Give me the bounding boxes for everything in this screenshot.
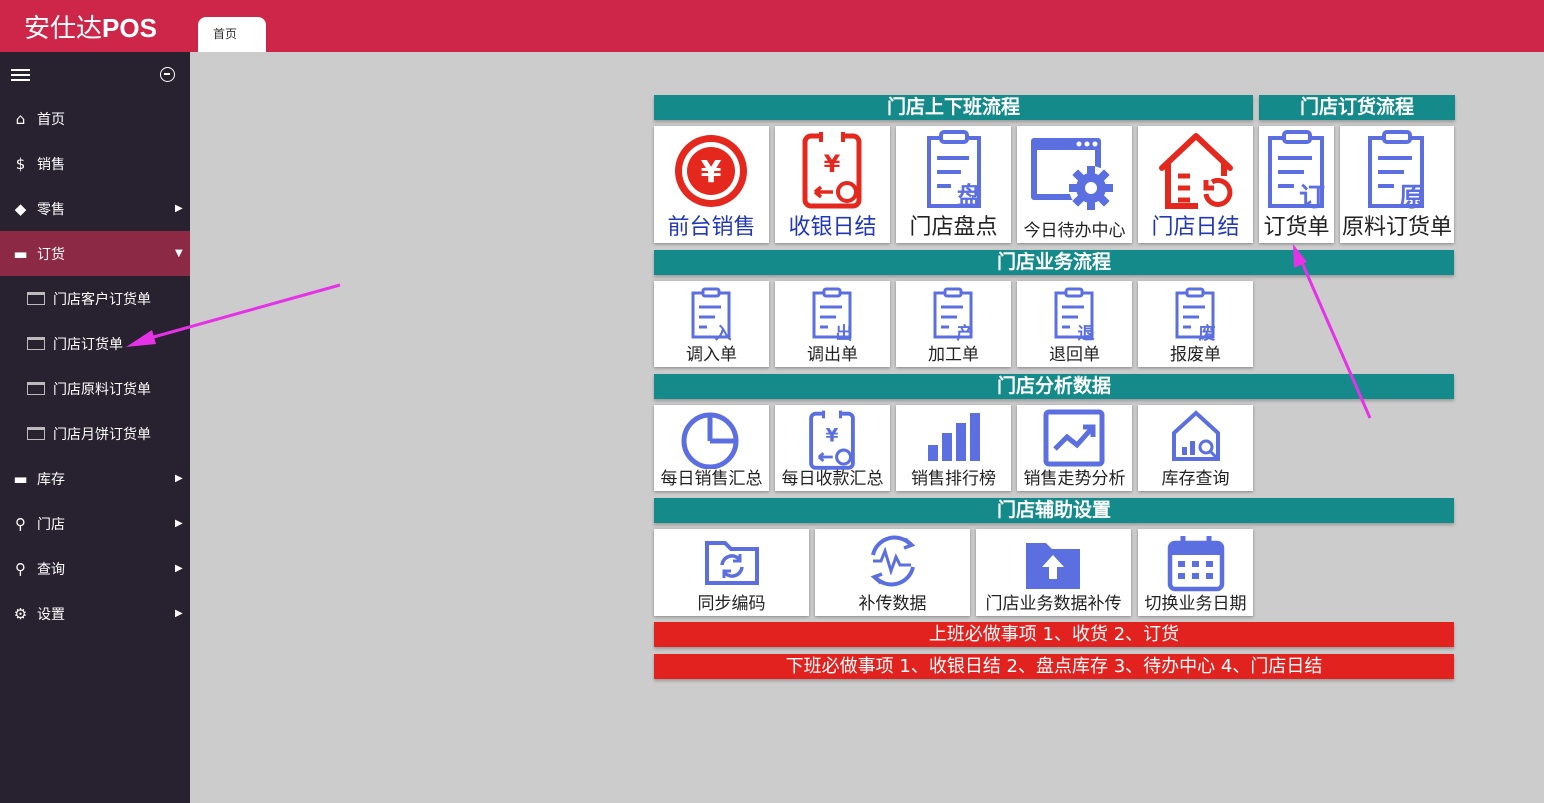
trend-chart-icon [1043, 409, 1105, 467]
sidebar-subitem-mooncake-order[interactable]: 门店月饼订货单 [0, 411, 190, 456]
sync-folder-icon [705, 541, 759, 585]
tile-inventory-query[interactable]: 库存查询 [1138, 405, 1253, 491]
chevron-right-icon: ▶ [175, 203, 183, 214]
chevron-right-icon: ▶ [175, 608, 183, 619]
tab-home[interactable]: 首页 [198, 17, 266, 52]
search-icon: ⚲ [15, 514, 26, 533]
tile-processing[interactable]: 产 加工单 [896, 281, 1011, 367]
tile-sync-codes[interactable]: 同步编码 [654, 529, 809, 616]
gear-icon: ⚙ [13, 604, 28, 623]
payment-report-icon: ¥ [809, 409, 855, 470]
notice-end-shift: 下班必做事项 1、收银日结 2、盘点库存 3、待办中心 4、门店日结 [654, 654, 1454, 679]
sidebar-header [0, 52, 190, 96]
calendar-icon [1167, 536, 1225, 592]
section-header-analysis: 门店分析数据 [654, 374, 1454, 399]
svg-text:原: 原 [1399, 183, 1425, 210]
hamburger-menu-icon[interactable] [11, 69, 30, 81]
todo-window-icon [1031, 138, 1113, 210]
cashier-report-icon: ¥ [802, 131, 862, 209]
annotation-overlay [126, 244, 1372, 419]
store-close-icon [1159, 133, 1233, 209]
tile-store-close[interactable]: 门店日结 [1138, 126, 1253, 243]
chevron-right-icon: ▶ [175, 563, 183, 574]
section-header-business: 门店业务流程 [654, 250, 1454, 275]
tile-daily-sales-summary[interactable]: 每日销售汇总 [654, 405, 769, 491]
top-bar: 安仕达POS 首页 [0, 0, 1544, 52]
dollar-icon: $ [15, 154, 26, 173]
tile-today-todo[interactable]: 今日待办中心 [1017, 126, 1132, 243]
app-logo: 安仕达POS [24, 13, 157, 44]
sidebar-item-ordering[interactable]: ▬ 订货 ▼ [0, 231, 190, 276]
search-icon: ⚲ [15, 559, 26, 578]
order-clipboard-icon: 订 [1268, 130, 1325, 210]
tile-front-sales[interactable]: ¥ 前台销售 [654, 126, 769, 243]
tag-icon: ◆ [14, 199, 27, 218]
svg-text:¥: ¥ [824, 150, 841, 178]
tile-business-data-resend[interactable]: 门店业务数据补传 [976, 529, 1131, 616]
svg-text:产: 产 [957, 323, 974, 341]
svg-text:出: 出 [836, 323, 853, 341]
box-icon: ▬ [13, 469, 28, 488]
window-icon [27, 292, 45, 305]
warehouse-search-icon [1172, 410, 1220, 461]
pie-chart-icon [681, 412, 739, 469]
sidebar-item-settings[interactable]: ⚙ 设置 ▶ [0, 591, 190, 636]
svg-text:¥: ¥ [826, 426, 839, 447]
svg-text:废: 废 [1199, 323, 1216, 341]
chevron-right-icon: ▶ [175, 518, 183, 529]
data-wave-icon [870, 535, 916, 587]
home-icon: ⌂ [15, 109, 26, 128]
svg-text:¥: ¥ [701, 155, 722, 190]
section-header-order: 门店订货流程 [1259, 95, 1455, 120]
sidebar-item-store[interactable]: ⚲ 门店 ▶ [0, 501, 190, 546]
tile-resend-data[interactable]: 补传数据 [815, 529, 970, 616]
window-icon [27, 337, 45, 350]
sidebar: ⌂ 首页 $ 销售 ◆ 零售 ▶ ▬ 订货 ▼ 门店客户订货单 门店订货单 门店… [0, 52, 190, 803]
tile-scrap[interactable]: 废 报废单 [1138, 281, 1253, 367]
upload-folder-icon [1026, 543, 1080, 589]
tile-switch-business-date[interactable]: 切换业务日期 [1138, 529, 1253, 616]
svg-text:订: 订 [1299, 183, 1325, 210]
tile-transfer-in[interactable]: 入 调入单 [654, 281, 769, 367]
transfer-in-icon: 入 [691, 287, 732, 341]
sidebar-subitem-store-order[interactable]: 门店订货单 [0, 321, 190, 366]
tile-daily-payment-summary[interactable]: ¥ 每日收款汇总 [775, 405, 890, 491]
return-icon: 退 [1054, 287, 1095, 341]
material-clipboard-icon: 原 [1368, 130, 1425, 210]
window-icon [27, 382, 45, 395]
svg-text:入: 入 [715, 324, 732, 341]
notice-start-shift: 上班必做事项 1、收货 2、订货 [654, 622, 1454, 647]
tile-material-order-form[interactable]: 原 原料订货单 [1340, 126, 1454, 243]
tile-order-form[interactable]: 订 订货单 [1259, 126, 1334, 243]
window-icon [27, 427, 45, 440]
tile-sales-ranking[interactable]: 销售排行榜 [896, 405, 1011, 491]
section-header-shift: 门店上下班流程 [654, 95, 1253, 120]
chevron-right-icon: ▶ [175, 473, 183, 484]
sidebar-item-home[interactable]: ⌂ 首页 [0, 96, 190, 141]
sidebar-subitem-material-order[interactable]: 门店原料订货单 [0, 366, 190, 411]
processing-icon: 产 [933, 287, 974, 341]
sidebar-item-retail[interactable]: ◆ 零售 ▶ [0, 186, 190, 231]
box-icon: ▬ [13, 244, 28, 263]
collapse-icon[interactable] [160, 67, 175, 82]
svg-text:退: 退 [1078, 324, 1095, 341]
svg-text:盘: 盘 [957, 182, 981, 210]
bar-chart-icon [928, 413, 980, 461]
tile-store-inventory[interactable]: 盘 门店盘点 [896, 126, 1011, 243]
sidebar-item-inventory[interactable]: ▬ 库存 ▶ [0, 456, 190, 501]
tile-return[interactable]: 退 退回单 [1017, 281, 1132, 367]
sidebar-subitem-customer-order[interactable]: 门店客户订货单 [0, 276, 190, 321]
yuan-coin-icon: ¥ [675, 135, 747, 207]
section-header-settings: 门店辅助设置 [654, 498, 1454, 523]
scrap-icon: 废 [1175, 287, 1216, 341]
chevron-down-icon: ▼ [175, 248, 183, 259]
tile-sales-trend[interactable]: 销售走势分析 [1017, 405, 1132, 491]
inventory-clipboard-icon: 盘 [927, 130, 981, 210]
tile-transfer-out[interactable]: 出 调出单 [775, 281, 890, 367]
sidebar-item-query[interactable]: ⚲ 查询 ▶ [0, 546, 190, 591]
tile-cashier-close[interactable]: ¥ 收银日结 [775, 126, 890, 243]
sidebar-item-sales[interactable]: $ 销售 [0, 141, 190, 186]
transfer-out-icon: 出 [812, 287, 853, 341]
